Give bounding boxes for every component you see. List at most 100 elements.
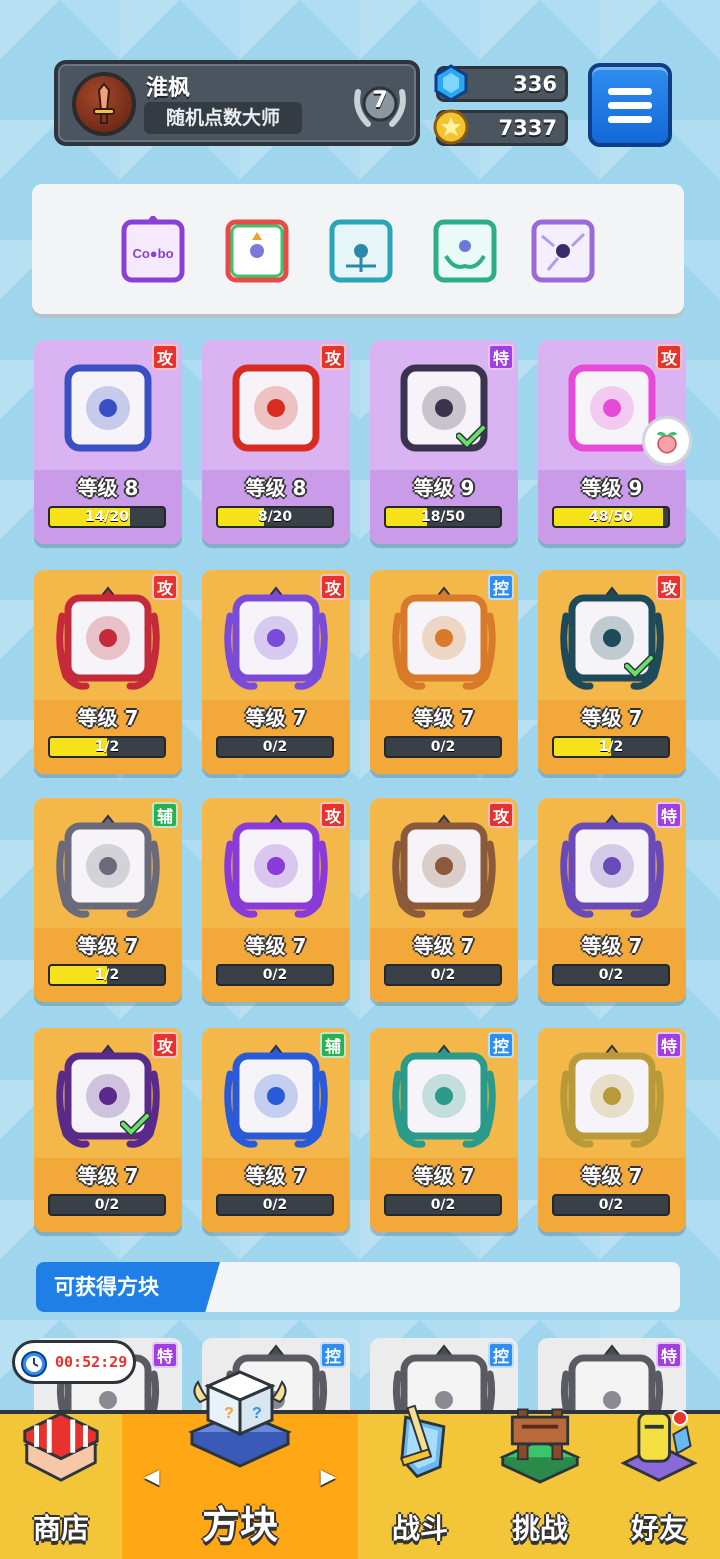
dice-image	[56, 814, 160, 918]
level-label: 等级 7	[581, 1164, 643, 1188]
dice-card[interactable]: 攻等级 7 0/2	[202, 798, 350, 1002]
svg-text:?: ?	[224, 1405, 234, 1422]
nav-right-arrow-icon[interactable]: ▶	[321, 1464, 336, 1488]
type-tag: 特	[656, 1032, 682, 1058]
level-label: 等级 7	[581, 934, 643, 958]
dice-box-icon: ? ?	[188, 1370, 292, 1468]
nav-left-arrow-icon[interactable]: ◀	[144, 1464, 159, 1488]
progress-text: 48/50	[588, 509, 634, 525]
progress-text: 1/2	[598, 739, 624, 755]
dice-image	[224, 1044, 328, 1148]
rank-badge[interactable]: 7	[350, 74, 410, 134]
level-label: 等级 8	[77, 476, 139, 500]
type-tag: 攻	[656, 344, 682, 370]
checkmark-icon	[455, 424, 487, 449]
progress-text: 1/2	[94, 967, 120, 983]
dice-card[interactable]: 控等级 7 0/2	[370, 570, 518, 774]
nav-battle[interactable]: 战斗	[358, 1404, 482, 1559]
progress-text: 0/2	[598, 967, 624, 983]
dice-card[interactable]: 控等级 7 0/2	[370, 1028, 518, 1232]
level-label: 等级 7	[245, 934, 307, 958]
nav-challenge[interactable]: 挑战	[482, 1408, 598, 1559]
dice-image	[56, 356, 160, 460]
dice-card[interactable]: 特等级 7 0/2	[538, 1028, 686, 1232]
deck-slot-3[interactable]	[326, 216, 396, 286]
peach-bubble[interactable]	[642, 416, 692, 466]
progress-text: 8/20	[257, 509, 293, 525]
gem-count: 336	[513, 72, 557, 96]
card-progress-bar: 0/2	[552, 964, 670, 986]
dice-face-icon	[64, 364, 152, 452]
dice-card[interactable]: 攻等级 7 0/2	[34, 1028, 182, 1232]
checkmark-icon	[623, 654, 655, 679]
dice-card[interactable]: 特等级 7 0/2	[538, 798, 686, 1002]
gold-counter[interactable]: 7337	[433, 109, 568, 146]
dice-face-icon	[56, 814, 160, 918]
dice-image	[392, 814, 496, 918]
level-label: 等级 7	[77, 934, 139, 958]
dice-face-icon	[224, 1044, 328, 1148]
type-tag: 攻	[320, 574, 346, 600]
refresh-timer: 00:52:29	[12, 1340, 136, 1384]
card-progress-bar: 1/2	[48, 736, 166, 758]
type-tag: 攻	[152, 1032, 178, 1058]
dice-card[interactable]: 攻等级 7 0/2	[202, 570, 350, 774]
player-profile-card[interactable]: 淮枫 随机点数大师 7	[54, 60, 420, 146]
card-progress-bar: 1/2	[48, 964, 166, 986]
deck-slot-2[interactable]	[222, 216, 292, 286]
type-tag: 控	[488, 1342, 514, 1368]
level-label: 等级 7	[77, 706, 139, 730]
dice-card[interactable]: 辅等级 7 0/2	[202, 1028, 350, 1232]
type-tag: 攻	[320, 802, 346, 828]
deck-slot-5[interactable]	[528, 216, 598, 286]
card-progress-bar: 0/2	[384, 964, 502, 986]
card-progress-bar: 8/20	[216, 506, 334, 528]
deck-slot-1[interactable]: Co●bo	[118, 214, 188, 286]
progress-text: 0/2	[262, 967, 288, 983]
available-dice-label: 可获得方块	[36, 1262, 220, 1312]
shield-sword-icon	[400, 1404, 446, 1479]
nav-dice[interactable]: ? ? ◀ ▶ 方块	[122, 1370, 358, 1559]
avatar[interactable]	[72, 72, 136, 136]
dice-card[interactable]: 攻等级 8 8/20	[202, 340, 350, 544]
gold-count: 7337	[498, 116, 557, 140]
progress-text: 1/2	[94, 739, 120, 755]
nav-battle-label: 战斗	[391, 1512, 448, 1545]
nav-shop[interactable]: 商店	[0, 1412, 122, 1559]
dice-card[interactable]: 攻等级 7 0/2	[370, 798, 518, 1002]
crack-dice-icon	[531, 219, 595, 283]
nav-dice-label: 方块	[201, 1503, 278, 1547]
peach-icon	[656, 431, 678, 454]
progress-text: 0/2	[430, 1197, 456, 1213]
progress-text: 0/2	[262, 739, 288, 755]
dice-card[interactable]: 攻等级 8 14/20	[34, 340, 182, 544]
progress-text: 18/50	[420, 509, 466, 525]
dice-image	[224, 356, 328, 460]
nav-shop-label: 商店	[32, 1512, 89, 1545]
shop-icon	[23, 1412, 99, 1482]
friends-icon	[620, 1411, 698, 1482]
deck-slot-4[interactable]	[430, 216, 500, 286]
type-tag: 控	[320, 1342, 346, 1368]
type-tag: 攻	[152, 574, 178, 600]
dice-face-icon	[560, 814, 664, 918]
type-tag: 攻	[152, 344, 178, 370]
dice-card[interactable]: 辅等级 7 1/2	[34, 798, 182, 1002]
dice-card[interactable]: 攻等级 7 1/2	[34, 570, 182, 774]
dice-image	[392, 1044, 496, 1148]
level-label: 等级 7	[245, 706, 307, 730]
type-tag: 控	[488, 574, 514, 600]
gem-counter[interactable]: 336	[434, 64, 568, 102]
dice-card[interactable]: 特等级 9 18/50	[370, 340, 518, 544]
nav-friends[interactable]: 好友	[598, 1410, 720, 1559]
type-tag: 特	[152, 1342, 178, 1368]
progress-text: 0/2	[430, 967, 456, 983]
dice-card[interactable]: 攻等级 7 1/2	[538, 570, 686, 774]
card-progress-bar: 0/2	[216, 736, 334, 758]
menu-button[interactable]	[588, 63, 672, 147]
type-tag: 特	[488, 344, 514, 370]
player-name: 淮枫	[146, 76, 191, 101]
dice-face-icon	[224, 586, 328, 690]
level-label: 等级 7	[413, 706, 475, 730]
dice-face-icon	[392, 1044, 496, 1148]
